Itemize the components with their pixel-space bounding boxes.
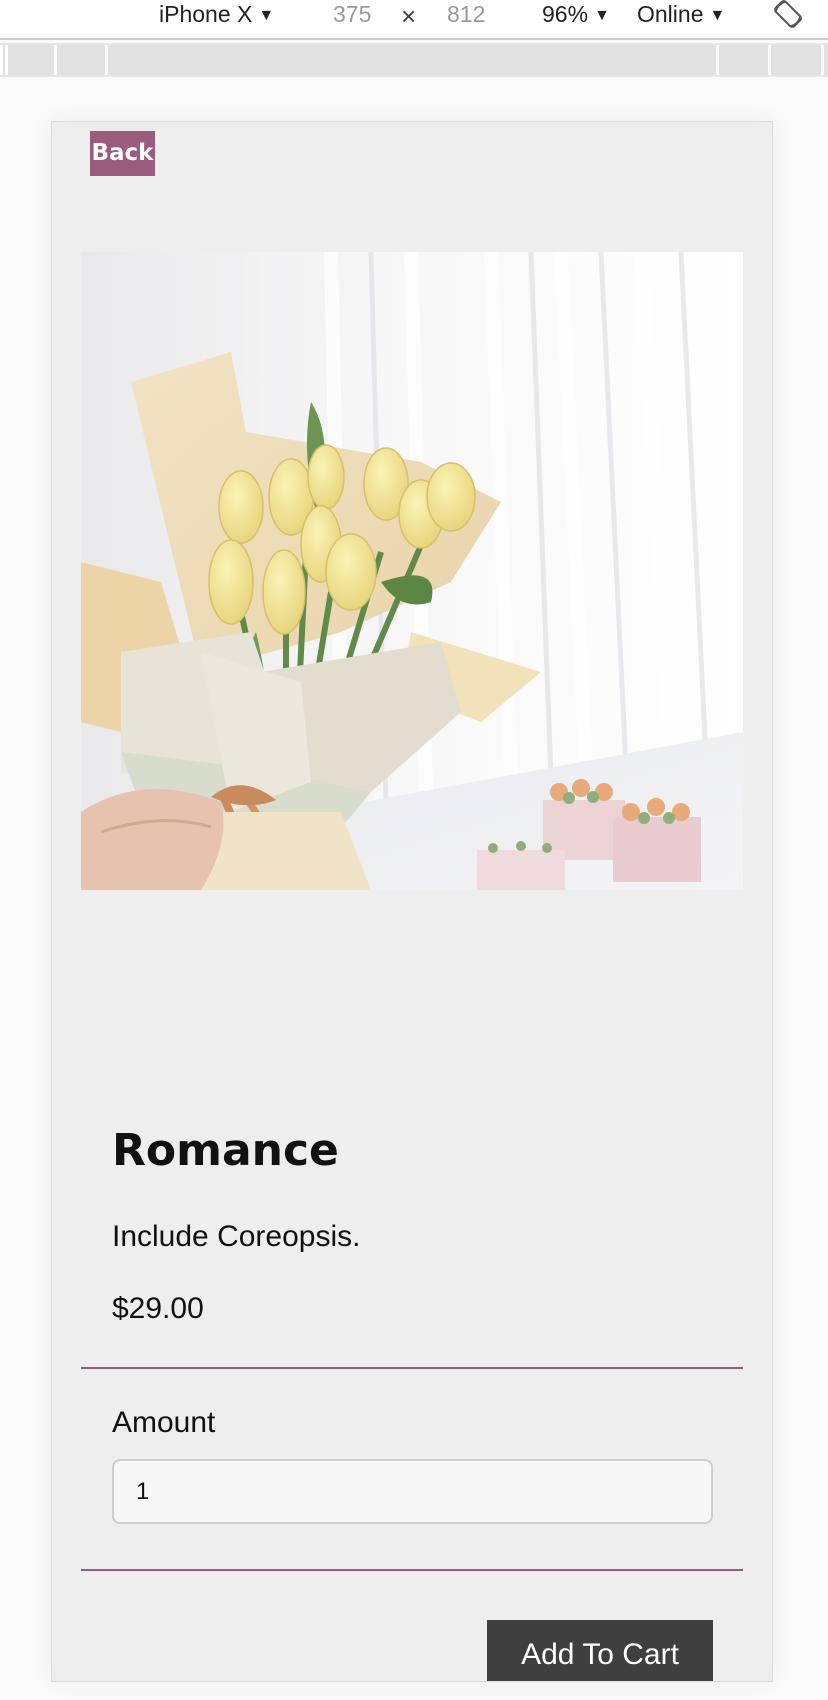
rotate-device-icon[interactable] <box>772 0 804 30</box>
amount-label: Amount <box>112 1406 216 1439</box>
amount-input[interactable] <box>112 1459 713 1524</box>
viewport-width-input[interactable]: 375 <box>333 0 371 28</box>
media-query-segment[interactable] <box>821 45 828 75</box>
zoom-value: 96% <box>542 1 589 27</box>
media-query-segment[interactable] <box>5 45 57 75</box>
device-name: iPhone X <box>159 1 253 27</box>
network-throttle-select[interactable]: Online ▼ <box>637 0 725 30</box>
device-select[interactable]: iPhone X ▼ <box>159 0 274 30</box>
divider <box>81 1569 743 1571</box>
product-image <box>81 252 743 890</box>
zoom-select[interactable]: 96% ▼ <box>542 0 610 30</box>
product-title: Romance <box>112 1125 339 1176</box>
device-viewport: Back Romance Include Coreopsis. $29.00 A… <box>51 121 773 1682</box>
dimension-separator: × <box>401 1 417 31</box>
viewport-height-input[interactable]: 812 <box>447 0 485 28</box>
caret-down-icon: ▼ <box>709 7 726 24</box>
product-description: Include Coreopsis. <box>112 1220 361 1253</box>
product-price: $29.00 <box>112 1292 204 1325</box>
caret-down-icon: ▼ <box>258 7 275 24</box>
media-query-bar <box>0 43 828 77</box>
media-query-segment[interactable] <box>768 45 824 75</box>
device-toolbar: iPhone X ▼ 375 × 812 96% ▼ Online ▼ <box>0 0 828 40</box>
caret-down-icon: ▼ <box>594 7 610 24</box>
add-to-cart-button[interactable]: Add To Cart <box>487 1620 713 1681</box>
media-query-segment[interactable] <box>716 45 771 75</box>
back-button[interactable]: Back <box>90 131 155 176</box>
network-value: Online <box>637 1 704 27</box>
media-query-segment[interactable] <box>105 45 719 75</box>
divider <box>81 1367 743 1369</box>
media-query-segment[interactable] <box>54 45 108 75</box>
